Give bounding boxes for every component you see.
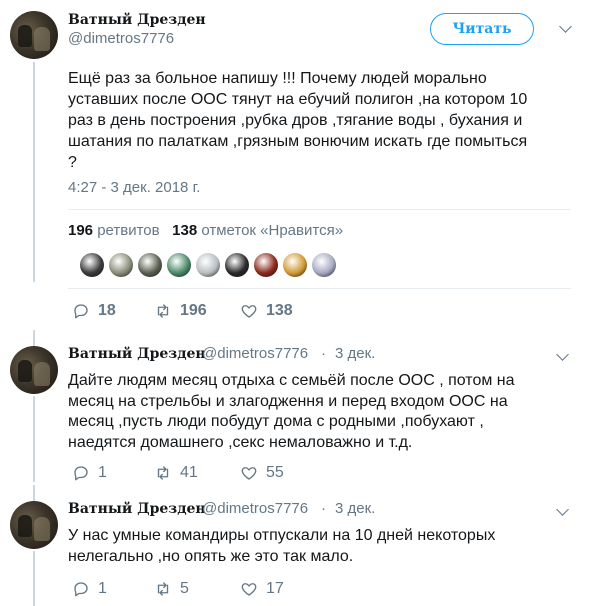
avatar[interactable] xyxy=(10,346,58,394)
author-name[interactable]: Ватный Дрезден xyxy=(68,501,206,517)
reply-button[interactable]: 1 xyxy=(72,580,107,598)
avatar[interactable] xyxy=(10,11,58,59)
tweet-text: Дайте людям месяц отдыха с семьёй после … xyxy=(68,372,515,451)
chevron-down-icon[interactable] xyxy=(556,348,569,361)
reply-icon xyxy=(74,582,88,597)
author-handle[interactable]: @dimetros7776 xyxy=(202,500,308,517)
retweet-icon xyxy=(157,304,169,318)
thread-line xyxy=(33,330,35,346)
likes-stat[interactable]: 138 отметок «Нравится» xyxy=(172,222,343,239)
author-name[interactable]: Ватный Дрезден xyxy=(68,12,206,28)
reply-count: 1 xyxy=(98,464,107,481)
tweet-text: У нас умные командиры отпускали на 10 дн… xyxy=(68,527,496,565)
reply-count: 18 xyxy=(98,302,116,319)
liker-avatar[interactable] xyxy=(196,253,220,277)
retweets-stat[interactable]: 196 ретвитов xyxy=(68,222,160,239)
reply-icon xyxy=(74,466,88,481)
retweets-label: ретвитов xyxy=(97,222,160,239)
retweets-count: 196 xyxy=(68,222,94,239)
like-button[interactable]: 17 xyxy=(240,580,284,598)
retweet-button[interactable]: 5 xyxy=(154,580,189,598)
tweet-date[interactable]: 3 дек. xyxy=(335,500,375,517)
divider xyxy=(68,288,571,289)
like-count: 55 xyxy=(266,464,284,481)
author-name[interactable]: Ватный Дрезден xyxy=(68,346,206,362)
divider xyxy=(68,209,571,210)
meta-separator: · xyxy=(321,345,326,362)
author-handle[interactable]: @dimetros7776 xyxy=(202,345,308,362)
liker-avatar[interactable] xyxy=(138,253,162,277)
tweet-date[interactable]: 3 дек. xyxy=(335,345,375,362)
retweet-count: 5 xyxy=(180,580,189,597)
author-handle[interactable]: @dimetros7776 xyxy=(68,30,174,47)
likes-label: отметок «Нравится» xyxy=(201,222,344,239)
retweet-button[interactable]: 196 xyxy=(154,302,207,320)
thread-line xyxy=(33,485,35,501)
like-button[interactable]: 55 xyxy=(240,464,284,482)
avatar[interactable] xyxy=(10,501,58,549)
liker-avatar[interactable] xyxy=(312,253,336,277)
heart-icon xyxy=(241,467,257,480)
liker-avatar[interactable] xyxy=(80,253,104,277)
tweet-stats: 196 ретвитов 138 отметок «Нравится» xyxy=(68,222,343,239)
retweet-icon xyxy=(157,466,169,480)
thread-line xyxy=(33,551,35,606)
meta-separator: · xyxy=(321,500,326,517)
retweet-icon xyxy=(157,582,169,596)
liker-avatar[interactable] xyxy=(109,253,133,277)
retweet-count: 41 xyxy=(180,464,198,481)
likes-count: 138 xyxy=(172,222,198,239)
liker-avatar[interactable] xyxy=(225,253,249,277)
like-count: 138 xyxy=(266,302,293,319)
reply-count: 1 xyxy=(98,580,107,597)
retweet-count: 196 xyxy=(180,302,207,319)
like-count: 17 xyxy=(266,580,284,597)
chevron-down-icon[interactable] xyxy=(559,20,572,33)
chevron-down-icon[interactable] xyxy=(556,503,569,516)
thread-line xyxy=(33,396,35,482)
liker-avatar[interactable] xyxy=(283,253,307,277)
retweet-button[interactable]: 41 xyxy=(154,464,198,482)
heart-icon xyxy=(241,583,257,596)
reply-button[interactable]: 1 xyxy=(72,464,107,482)
liker-avatars xyxy=(80,253,336,277)
like-button[interactable]: 138 xyxy=(240,302,293,320)
follow-button[interactable]: Читать xyxy=(430,13,534,45)
tweet-text: Ещё раз за больное напишу !!! Почему люд… xyxy=(68,70,528,171)
thread-line xyxy=(33,62,35,282)
tweet-timestamp[interactable]: 4:27 - 3 дек. 2018 г. xyxy=(68,179,200,196)
reply-icon xyxy=(74,304,88,319)
liker-avatar[interactable] xyxy=(167,253,191,277)
liker-avatar[interactable] xyxy=(254,253,278,277)
heart-icon xyxy=(241,305,257,318)
reply-button[interactable]: 18 xyxy=(72,302,116,320)
